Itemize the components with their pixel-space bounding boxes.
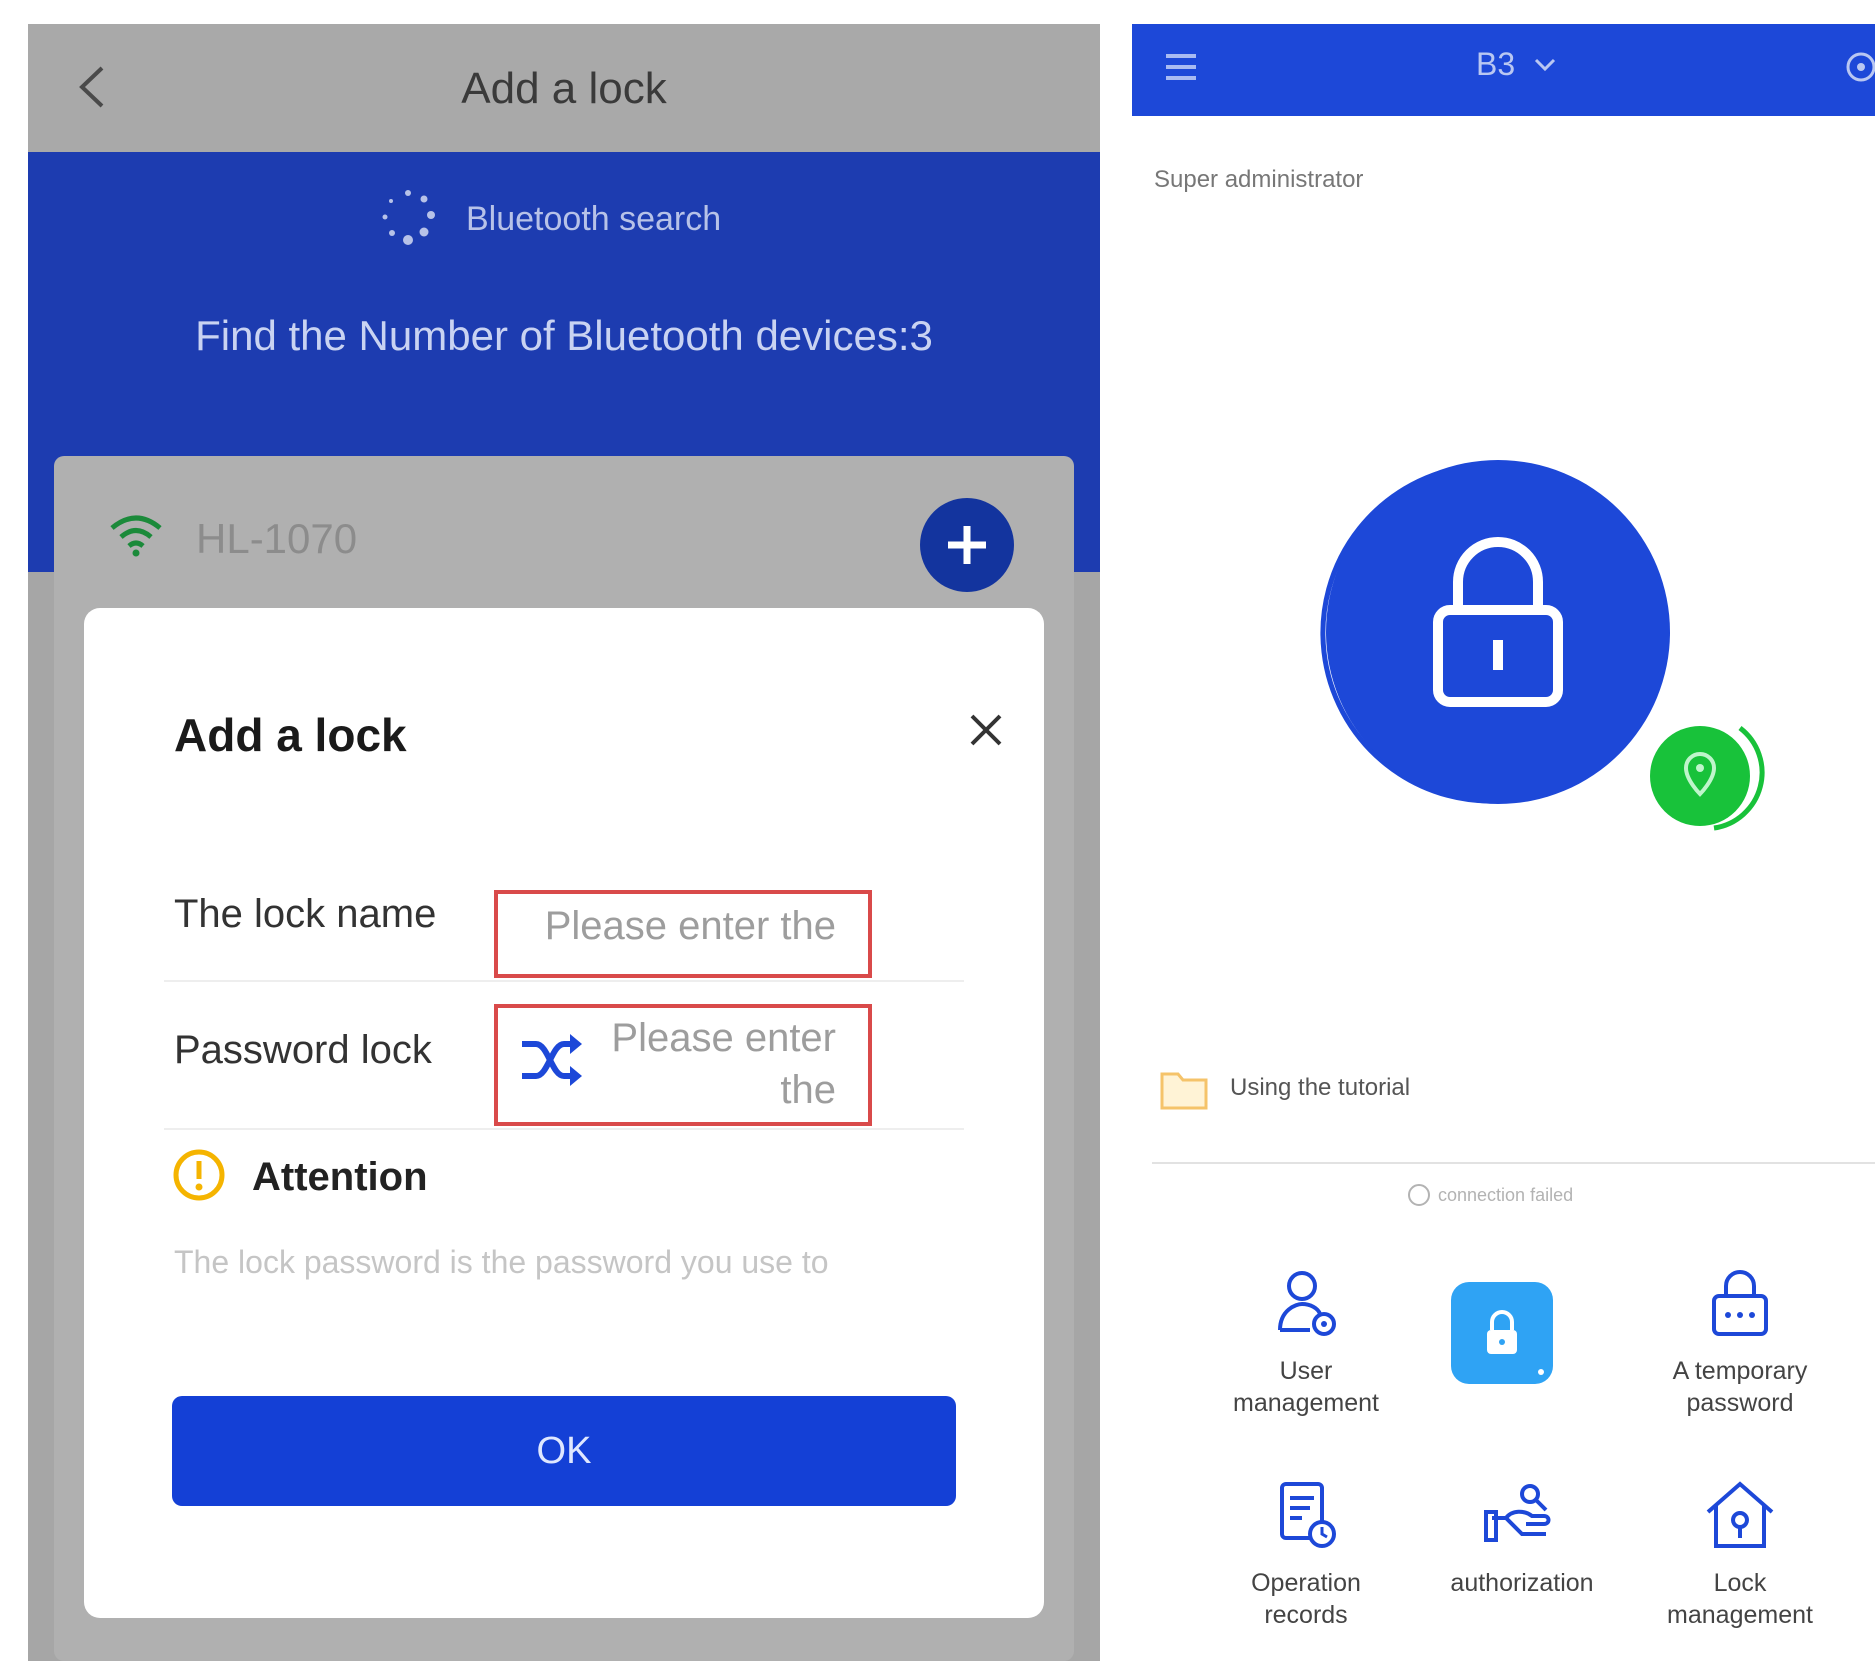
lock-management-button[interactable]: Lock management — [1640, 1476, 1840, 1631]
loading-spinner-icon — [378, 187, 438, 252]
password-input[interactable]: Please enter the — [494, 1004, 872, 1126]
dialog-title: Add a lock — [174, 709, 407, 761]
folder-icon — [1160, 1072, 1208, 1110]
row-divider — [164, 980, 964, 982]
attention-header: Attention — [172, 1148, 428, 1207]
shuffle-icon[interactable] — [518, 1032, 584, 1093]
user-role: Super administrator — [1154, 166, 1364, 193]
lock-name-placeholder: Please enter the — [544, 904, 836, 948]
grid-label-line1: authorization — [1450, 1569, 1594, 1597]
quick-unlock-button[interactable] — [1402, 1278, 1602, 1397]
lock-name-input[interactable]: Please enter the — [494, 890, 872, 978]
location-badge — [1642, 714, 1766, 838]
operation-records-icon — [1280, 1482, 1336, 1548]
grid-label-line1: User — [1279, 1357, 1333, 1385]
lock-management-icon — [1706, 1481, 1774, 1548]
wifi-signal-icon — [108, 514, 164, 563]
add-lock-dialog: Add a lock The lock name Please enter th… — [84, 608, 1044, 1618]
lock-home-screen: B3 Super administrator Using the tutoria… — [1132, 24, 1875, 1661]
add-lock-screen: Add a lock Bluetooth search Find the Num… — [28, 24, 1100, 1661]
status-circle-icon — [1408, 1184, 1430, 1206]
temporary-password-button[interactable]: A temporary password — [1640, 1264, 1840, 1419]
plus-icon — [948, 526, 986, 564]
operation-records-button[interactable]: Operation records — [1206, 1476, 1406, 1631]
bluetooth-search-status: Bluetooth search — [378, 184, 721, 254]
device-row[interactable]: HL-1070 — [108, 514, 357, 563]
password-label: Password lock — [174, 1028, 432, 1072]
grid-label-line1: Lock — [1713, 1569, 1767, 1597]
search-label: Bluetooth search — [466, 199, 722, 238]
menu-icon[interactable] — [1164, 52, 1198, 82]
grid-label-line1: A temporary — [1672, 1357, 1808, 1385]
location-pin-icon — [1650, 726, 1765, 831]
connection-status: connection failed — [1406, 1182, 1573, 1208]
close-icon[interactable] — [964, 708, 1008, 752]
divider — [1152, 1162, 1875, 1164]
grid-label-line1: Operation — [1251, 1569, 1361, 1597]
ok-button[interactable]: OK — [172, 1396, 956, 1506]
tutorial-label: Using the tutorial — [1230, 1074, 1411, 1101]
authorization-icon — [1484, 1484, 1551, 1542]
grid-label-line2: records — [1264, 1601, 1348, 1629]
unlock-button[interactable] — [1302, 444, 1678, 820]
lock-selector[interactable]: B3 — [1476, 46, 1557, 83]
device-count-text: Find the Number of Bluetooth devices:3 — [195, 312, 933, 359]
grid-label-line2: management — [1233, 1389, 1379, 1417]
lock-selector-label: B3 — [1476, 46, 1516, 82]
add-device-button[interactable] — [920, 498, 1014, 592]
device-name: HL-1070 — [196, 514, 358, 562]
settings-icon[interactable] — [1844, 50, 1875, 84]
attention-title: Attention — [252, 1155, 428, 1199]
warning-icon — [172, 1148, 226, 1207]
chevron-down-icon — [1535, 58, 1556, 71]
connection-status-text: connection failed — [1438, 1184, 1574, 1205]
authorization-button[interactable]: authorization — [1422, 1476, 1622, 1599]
tutorial-link[interactable]: Using the tutorial — [1158, 1064, 1410, 1112]
temporary-password-icon — [1712, 1270, 1768, 1336]
lock-name-label: The lock name — [174, 892, 437, 936]
unlock-tile-icon — [1451, 1282, 1553, 1384]
attention-note: The lock password is the password you us… — [174, 1244, 829, 1280]
row-divider — [164, 1128, 964, 1130]
grid-label-line2: password — [1686, 1389, 1794, 1417]
user-management-icon — [1278, 1271, 1336, 1336]
page-title: Add a lock — [461, 64, 667, 113]
grid-label-line2: management — [1667, 1601, 1813, 1629]
user-management-button[interactable]: User management — [1206, 1264, 1406, 1419]
